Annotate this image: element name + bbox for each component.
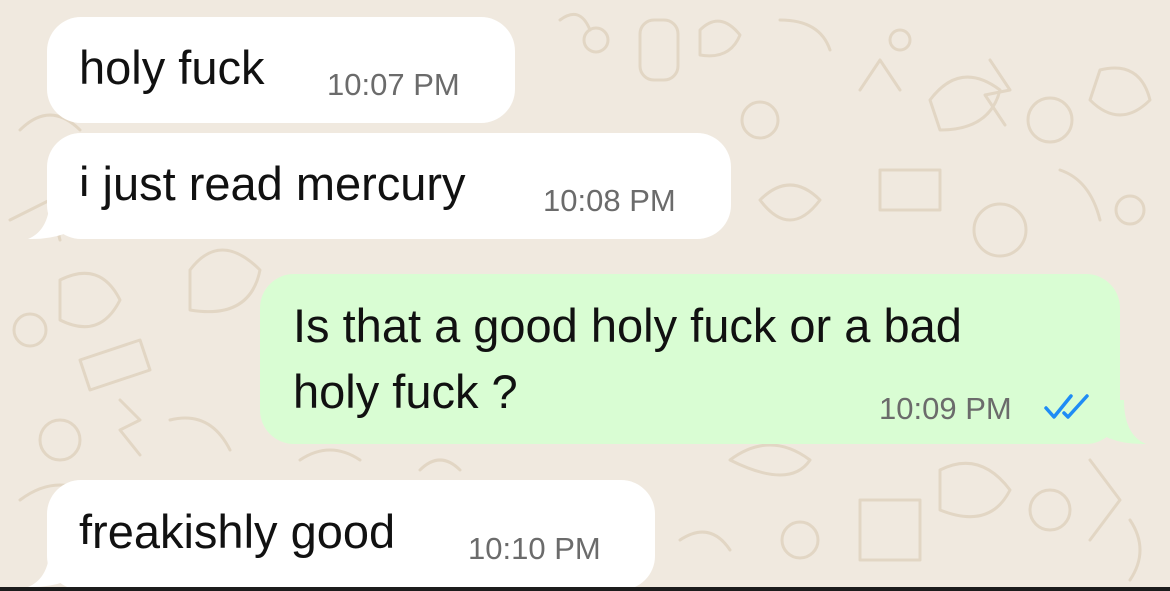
message-bubble-incoming[interactable]: freakishly good 10:10 PM	[47, 480, 655, 590]
message-timestamp: 10:10 PM	[468, 531, 601, 566]
chat-thread: holy fuck 10:07 PM i just read mercury 1…	[0, 0, 1170, 591]
bubble-tail-incoming	[28, 196, 88, 240]
message-text: holy fuck	[79, 41, 265, 94]
message-timestamp: 10:09 PM	[879, 391, 1012, 426]
message-timestamp: 10:08 PM	[543, 183, 676, 218]
bottom-divider	[0, 587, 1170, 591]
message-text-line: holy fuck ?	[293, 365, 518, 418]
message-text: freakishly good	[79, 505, 396, 558]
message-timestamp: 10:07 PM	[327, 67, 460, 102]
bubble-tail-outgoing	[1086, 400, 1146, 445]
message-text: i just read mercury	[79, 157, 466, 210]
message-bubble-incoming[interactable]: holy fuck 10:07 PM	[47, 17, 515, 123]
message-bubble-incoming[interactable]: i just read mercury 10:08 PM	[47, 133, 731, 239]
message-text-line: Is that a good holy fuck or a bad	[293, 299, 962, 352]
double-check-icon	[1044, 394, 1089, 419]
message-bubble-outgoing[interactable]: Is that a good holy fuck or a bad holy f…	[260, 274, 1120, 444]
bubble-tail-incoming	[28, 544, 88, 588]
